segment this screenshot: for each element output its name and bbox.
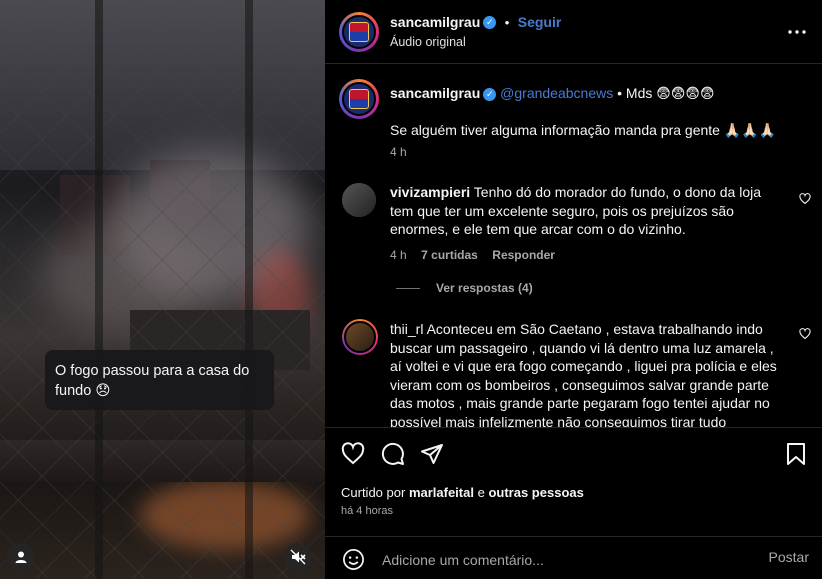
- comment-body: thii_rl Aconteceu em São Caetano , estav…: [390, 320, 782, 427]
- share-icon[interactable]: [420, 442, 444, 466]
- caption-author-logo: [349, 89, 369, 109]
- comment-input[interactable]: [382, 550, 752, 570]
- commenter-avatar-image: [344, 321, 376, 353]
- comment-meta: 4 h 7 curtidas Responder: [390, 246, 555, 264]
- follow-button[interactable]: Seguir: [518, 14, 562, 30]
- verified-badge-icon: ✓: [483, 16, 497, 30]
- tagged-users-button[interactable]: [7, 543, 35, 571]
- commenter-avatar[interactable]: [342, 319, 378, 355]
- caption-verified-badge-icon: ✓: [483, 87, 497, 101]
- likes-summary: Curtido por marlafeital e outras pessoas: [341, 485, 584, 500]
- video-fence-mesh: [0, 0, 325, 579]
- video-pole-left: [95, 0, 103, 579]
- post-caption: sancamilgrau ✓ @grandeabcnews • Mds 😨😨😨😨 …: [325, 65, 822, 165]
- author-avatar[interactable]: [339, 12, 379, 52]
- more-options-button[interactable]: [785, 22, 809, 42]
- post-timestamp[interactable]: há 4 horas: [341, 505, 393, 517]
- author-logo: [349, 22, 369, 42]
- reply-button[interactable]: Responder: [492, 248, 555, 262]
- comment-bar: Postar: [325, 536, 822, 579]
- comment-item: vivizampieri Tenho dó do morador do fund…: [325, 175, 822, 295]
- post-header: sancamilgrau ✓ • Seguir Áudio original: [325, 0, 822, 64]
- post-actions: Curtido por marlafeital e outras pessoas…: [325, 427, 822, 579]
- author-line: sancamilgrau ✓ • Seguir: [390, 14, 561, 32]
- caption-author-avatar-image: [342, 82, 376, 116]
- view-replies-line: [396, 288, 420, 289]
- comment-text: Aconteceu em São Caetano , estava trabal…: [390, 321, 777, 427]
- save-icon[interactable]: [785, 442, 807, 466]
- caption-text: • Mds 😨😨😨😨: [617, 85, 715, 101]
- comment-icon[interactable]: [381, 442, 405, 466]
- comment-likes[interactable]: 7 curtidas: [421, 248, 478, 262]
- audio-label[interactable]: Áudio original: [390, 35, 466, 49]
- comments-list[interactable]: sancamilgrau ✓ @grandeabcnews • Mds 😨😨😨😨 …: [325, 65, 822, 427]
- caption-line: sancamilgrau ✓ @grandeabcnews • Mds 😨😨😨😨: [390, 84, 810, 103]
- volume-muted-icon: [290, 549, 306, 565]
- header-separator: •: [504, 15, 510, 30]
- commenter-avatar-image: [342, 183, 376, 217]
- post-panel: sancamilgrau ✓ • Seguir Áudio original sa…: [325, 0, 822, 579]
- more-horizontal-icon: [788, 30, 806, 34]
- comment-username[interactable]: thii_rl: [390, 321, 423, 337]
- author-avatar-image: [342, 15, 376, 49]
- caption-timestamp: 4 h: [390, 145, 407, 159]
- liked-by-user[interactable]: marlafeital: [409, 485, 474, 500]
- author-username[interactable]: sancamilgrau: [390, 14, 480, 30]
- caption-author-avatar[interactable]: [339, 79, 379, 119]
- comment-username[interactable]: vivizampieri: [390, 184, 470, 200]
- video-pole-right: [245, 0, 253, 579]
- caption-username[interactable]: sancamilgrau: [390, 85, 480, 101]
- caption-mention-link[interactable]: @grandeabcnews: [500, 85, 613, 101]
- mute-button[interactable]: [284, 543, 312, 571]
- like-icon[interactable]: [341, 442, 365, 466]
- commenter-avatar[interactable]: [342, 183, 376, 217]
- video-caption: O fogo passou para a casa do fundo 😞: [45, 350, 274, 410]
- comment-body: vivizampieri Tenho dó do morador do fund…: [390, 183, 782, 239]
- liked-by-prefix: Curtido por: [341, 485, 406, 500]
- emoji-icon[interactable]: [342, 548, 365, 571]
- comment-like-icon[interactable]: [799, 193, 811, 205]
- post-comment-button[interactable]: Postar: [769, 549, 809, 565]
- reel-viewer: O fogo passou para a casa do fundo 😞 san…: [0, 0, 822, 579]
- video-player[interactable]: O fogo passou para a casa do fundo 😞: [0, 0, 325, 579]
- comment-timestamp: 4 h: [390, 248, 407, 262]
- comment-like-icon[interactable]: [799, 328, 811, 340]
- liked-by-and: e: [477, 485, 485, 500]
- view-replies-button[interactable]: Ver respostas (4): [436, 281, 533, 295]
- user-icon: [15, 551, 27, 563]
- caption-body: Se alguém tiver alguma informação manda …: [390, 122, 777, 138]
- liked-by-others[interactable]: outras pessoas: [488, 485, 583, 500]
- comment-item: thii_rl Aconteceu em São Caetano , estav…: [325, 315, 822, 427]
